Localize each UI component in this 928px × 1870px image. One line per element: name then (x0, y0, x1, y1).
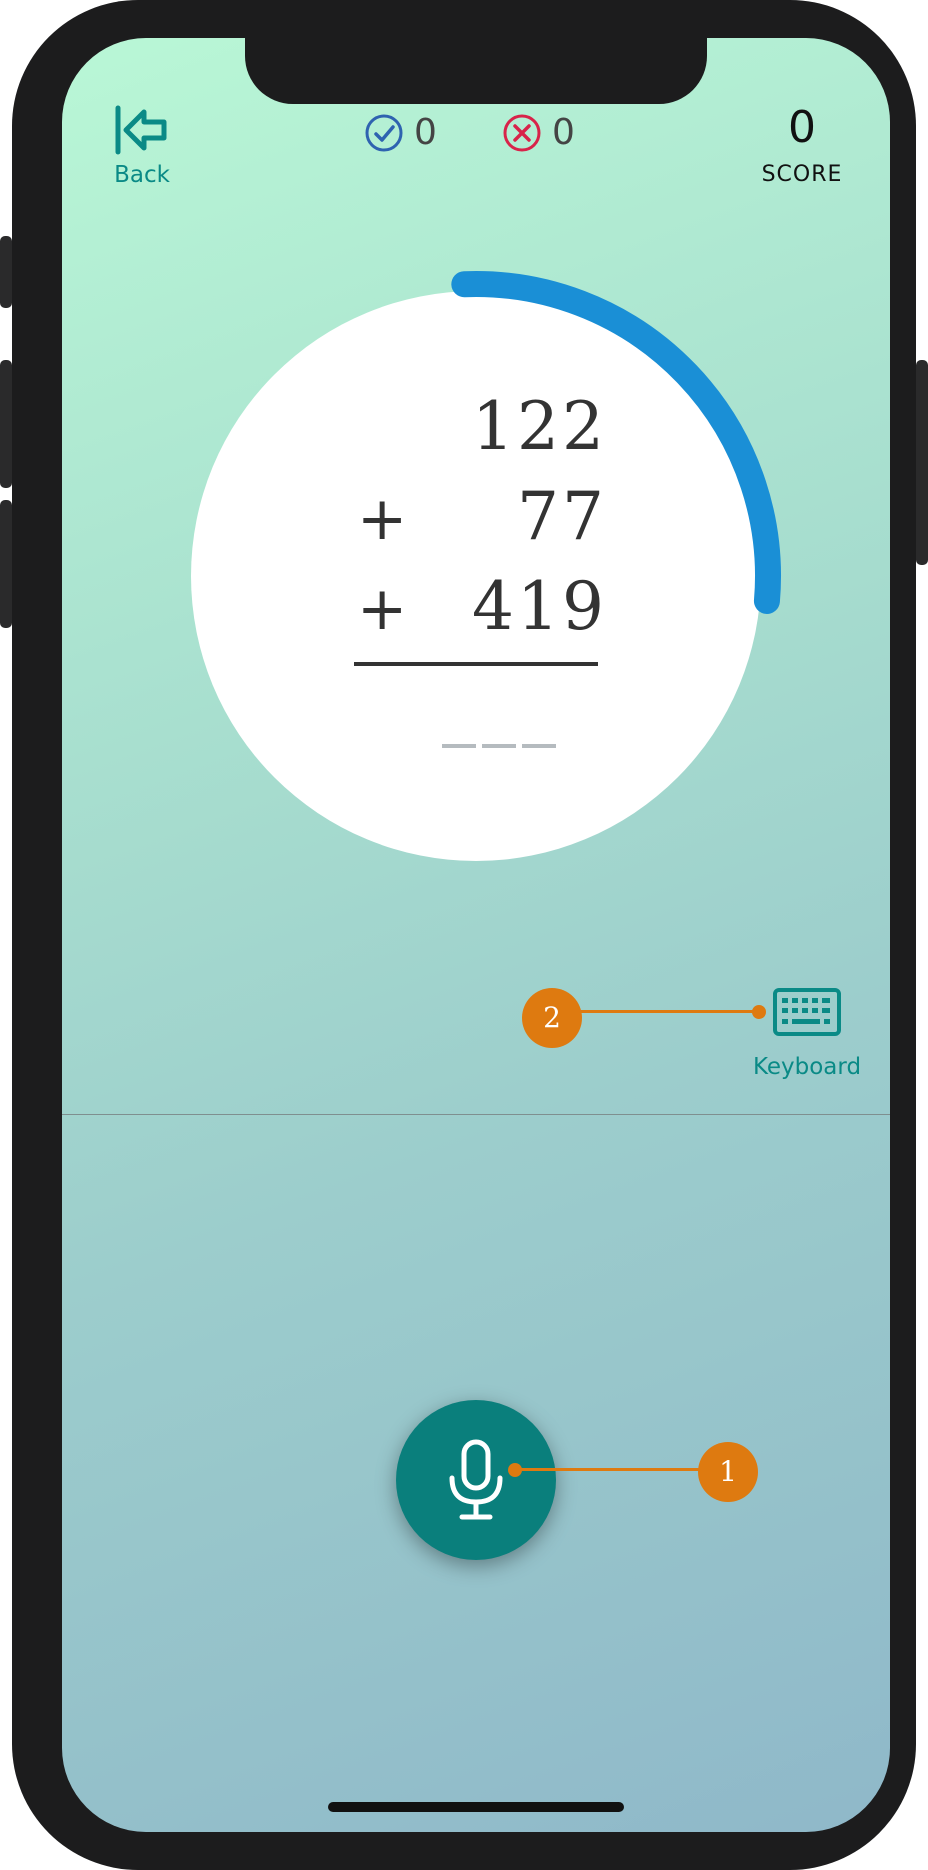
home-indicator (328, 1802, 624, 1812)
page: Back 0 0 0 SCORE 122 + 77 + 419 Keyboard… (0, 0, 928, 1870)
phone-frame: Back 0 0 0 SCORE 122 + 77 + 419 Keyboard… (0, 0, 928, 1870)
callout-2-anchor (752, 1005, 766, 1019)
operator: + (357, 484, 408, 554)
callout-1-line (514, 1468, 704, 1471)
callout-2-line (580, 1010, 758, 1013)
callout-2-badge: 2 (522, 988, 582, 1048)
answer-slot (482, 744, 516, 748)
operand: 122 (472, 388, 607, 465)
operand: 77 (517, 478, 607, 555)
answer-slot (442, 744, 476, 748)
answer-slot (522, 744, 556, 748)
mute-switch (0, 236, 12, 308)
microphone-button[interactable] (396, 1400, 556, 1560)
screen: Back 0 0 0 SCORE 122 + 77 + 419 Keyboard… (62, 38, 890, 1832)
callout-1-badge: 1 (698, 1442, 758, 1502)
power-button (916, 360, 928, 565)
problem-stack: 122 + 77 + 419 (282, 388, 682, 658)
problem-row: + 77 (282, 478, 682, 568)
answer-input[interactable] (442, 744, 556, 748)
microphone-icon (449, 1439, 503, 1520)
volume-down-button (0, 500, 12, 628)
problem-row: + 419 (282, 568, 682, 658)
volume-up-button (0, 360, 12, 488)
sum-line (354, 662, 598, 666)
problem-row: 122 (282, 388, 682, 478)
operator: + (357, 574, 408, 644)
keyboard-label: Keyboard (752, 1054, 862, 1080)
keyboard-icon (773, 988, 841, 1036)
operand: 419 (472, 568, 607, 645)
section-divider (62, 1114, 890, 1115)
keyboard-button[interactable]: Keyboard (746, 988, 868, 1080)
